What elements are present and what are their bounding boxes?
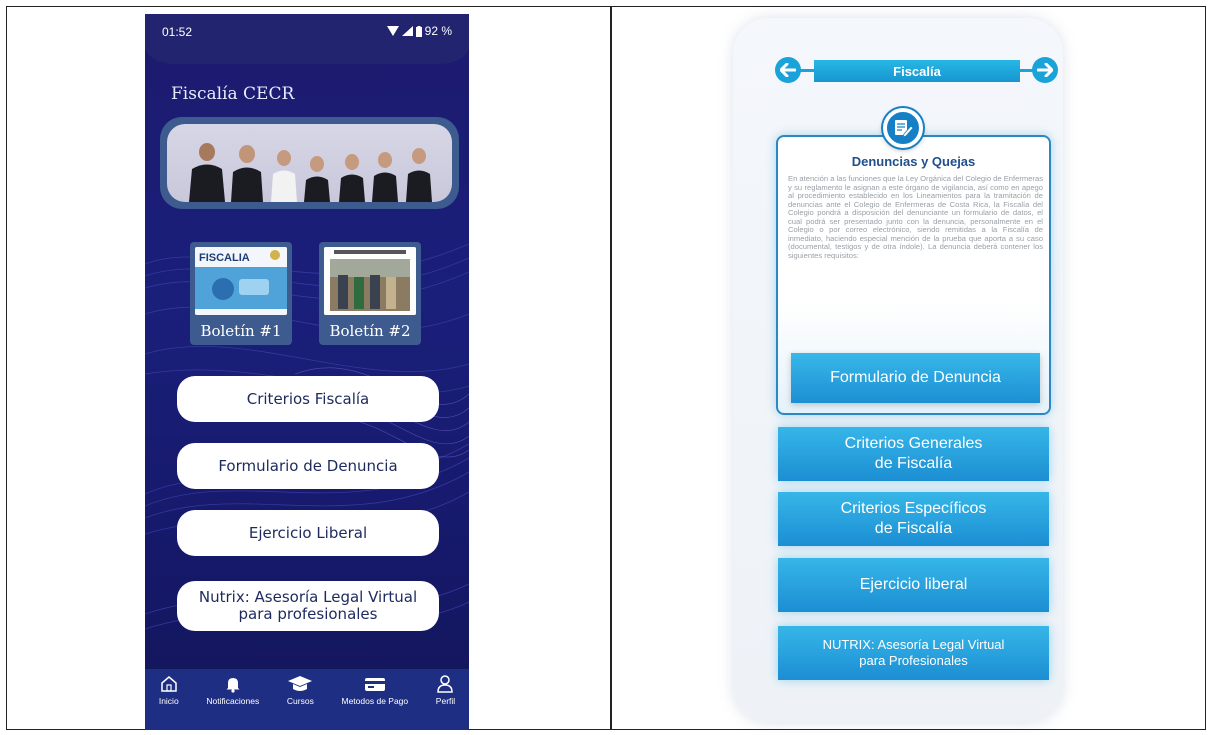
bottom-nav: Inicio Notificaciones Cursos Metodos de …: [145, 669, 469, 730]
left-phone-screen: 01:52 92 % Fiscalía CECR FISCALIA Boletí…: [145, 14, 469, 730]
document-edit-badge: [883, 108, 923, 148]
nav-notificaciones[interactable]: Notificaciones: [206, 675, 259, 706]
page-title: Fiscalía CECR: [171, 84, 295, 104]
bulletin-1-thumbnail: FISCALIA: [195, 247, 287, 315]
forward-arrow-button[interactable]: [1032, 57, 1058, 83]
criterios-fiscalia-button[interactable]: Criterios Fiscalía: [177, 376, 439, 422]
wifi-icon: [386, 26, 399, 36]
criterios-generales-button[interactable]: Criterios Generales de Fiscalía: [778, 427, 1049, 481]
status-bar: 01:52 92 %: [145, 14, 469, 64]
status-icons: 92 %: [386, 24, 452, 38]
ejercicio-liberal-button-right[interactable]: Ejercicio liberal: [778, 558, 1049, 612]
team-banner: [160, 117, 459, 209]
nav-perfil-label: Perfil: [435, 696, 456, 706]
formulario-denuncia-button[interactable]: Formulario de Denuncia: [177, 443, 439, 489]
ejercicio-liberal-button[interactable]: Ejercicio Liberal: [177, 510, 439, 556]
team-photo: [167, 124, 452, 202]
nutrix-button[interactable]: Nutrix: Asesoría Legal Virtual para prof…: [177, 581, 439, 631]
bulletin-2-card[interactable]: Boletín #2: [319, 242, 421, 345]
bulletin-2-label: Boletín #2: [329, 322, 411, 340]
bulletin-1-label: Boletín #1: [200, 322, 282, 340]
nav-metodos-pago-label: Metodos de Pago: [341, 696, 409, 706]
battery-icon: [415, 25, 422, 37]
nav-cursos[interactable]: Cursos: [287, 675, 314, 706]
nav-cursos-label: Cursos: [286, 696, 314, 706]
right-phone-screen: Fiscalía Denuncias y Quejas En atención …: [733, 18, 1063, 723]
card-formulario-denuncia-button[interactable]: Formulario de Denuncia: [791, 353, 1040, 403]
card-title: Denuncias y Quejas: [851, 154, 976, 169]
bulletin-1-thumb-title: FISCALIA: [199, 252, 250, 264]
status-time: 01:52: [162, 25, 193, 39]
user-icon: [437, 675, 454, 693]
table-divider: [610, 6, 612, 730]
nutrix-button-right[interactable]: NUTRIX: Asesoría Legal Virtual para Prof…: [778, 626, 1049, 680]
denuncias-card: Denuncias y Quejas En atención a las fun…: [776, 135, 1051, 415]
criterios-especificos-button[interactable]: Criterios Específicos de Fiscalía: [778, 492, 1049, 546]
back-arrow-button[interactable]: [775, 57, 801, 83]
arrow-left-icon: [780, 63, 796, 77]
home-icon: [161, 676, 177, 692]
nav-inicio[interactable]: Inicio: [159, 675, 179, 706]
document-edit-icon: [895, 120, 914, 138]
team-photo-image: [189, 143, 432, 202]
credit-card-icon: [364, 678, 385, 691]
bell-icon: [226, 678, 240, 693]
graduation-cap-icon: [288, 676, 313, 691]
nav-perfil[interactable]: Perfil: [436, 675, 455, 706]
nav-inicio-label: Inicio: [158, 696, 179, 706]
bulletin-1-card[interactable]: FISCALIA Boletín #1: [190, 242, 292, 345]
bulletin-2-thumbnail: [324, 247, 416, 315]
signal-icon: [401, 26, 413, 36]
nav-notificaciones-label: Notificaciones: [206, 696, 260, 706]
nav-metodos-pago[interactable]: Metodos de Pago: [341, 675, 409, 706]
battery-level: 92 %: [424, 24, 452, 38]
arrow-right-icon: [1037, 63, 1053, 77]
card-body-text: En atención a las funciones que la Ley O…: [788, 174, 1043, 260]
header-title: Fiscalía: [814, 60, 1020, 82]
